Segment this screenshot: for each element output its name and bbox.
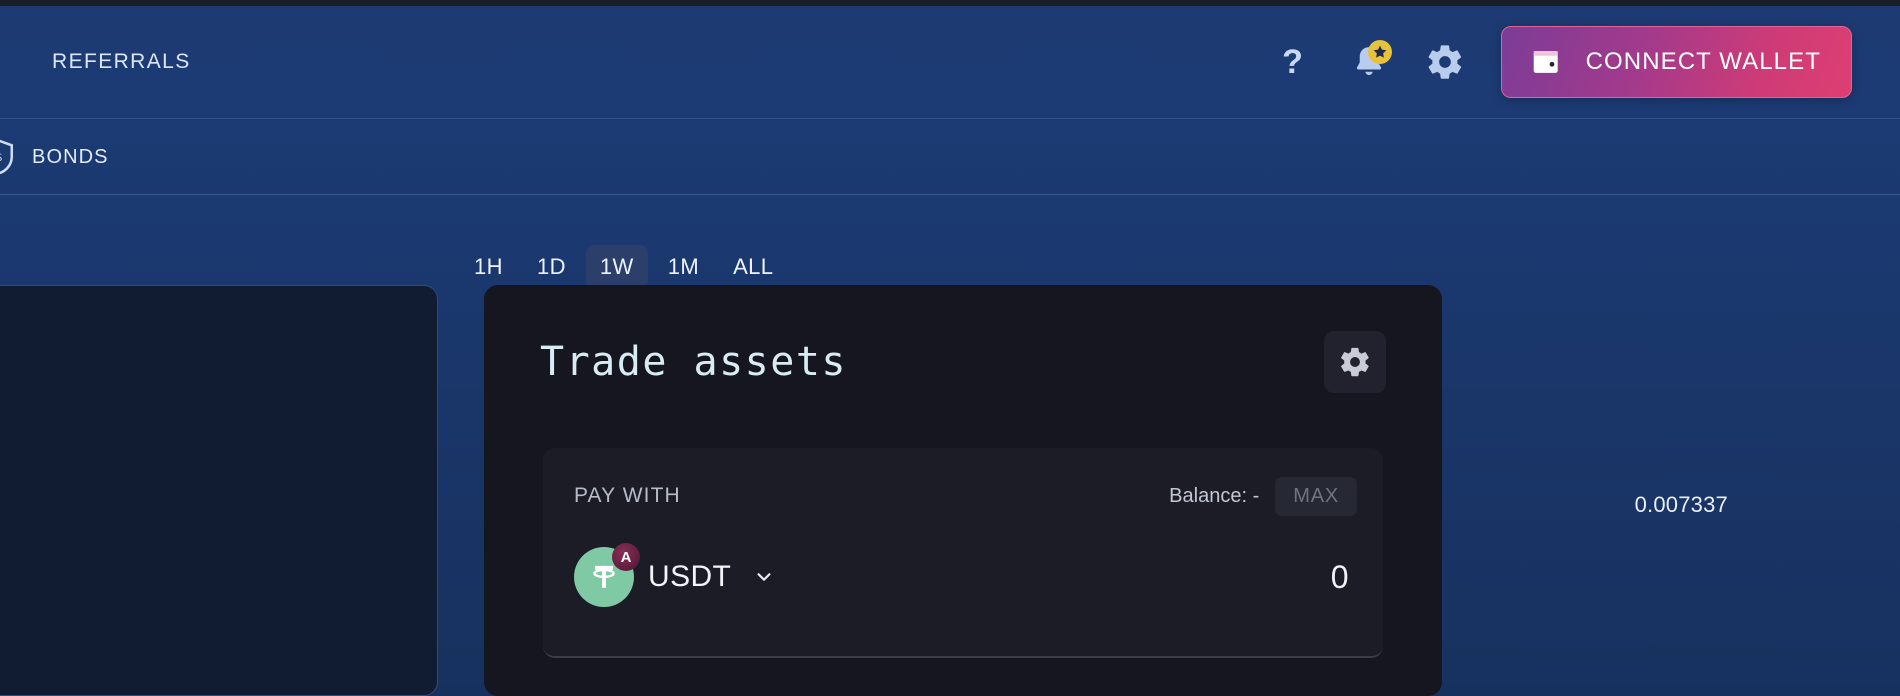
- chart-value-label: 0.007337: [1634, 492, 1728, 517]
- max-button-label: MAX: [1293, 484, 1339, 507]
- max-button[interactable]: MAX: [1275, 476, 1357, 516]
- pay-with-card: PAY WITH Balance: - MAX A USDT 0: [543, 448, 1383, 658]
- bell-wrapper: [1348, 40, 1392, 84]
- connect-wallet-label: CONNECT WALLET: [1585, 48, 1821, 75]
- range-button-1w-label: 1W: [599, 254, 634, 279]
- token-symbol-label: USDT: [648, 560, 732, 593]
- balance-label-text: Balance:: [1169, 484, 1248, 507]
- pay-with-input-row: A USDT 0: [574, 542, 1349, 612]
- range-button-1d-label: 1D: [536, 254, 566, 279]
- chevron-down-icon: [751, 567, 777, 587]
- notification-star-badge: [1367, 40, 1392, 64]
- avalanche-badge-icon: A: [612, 543, 640, 571]
- pay-with-header-row: PAY WITH Balance: - MAX: [574, 474, 1357, 518]
- settings-button[interactable]: [1425, 40, 1465, 84]
- balance-group: Balance: - MAX: [1169, 476, 1357, 516]
- trade-assets-panel: Trade assets PAY WITH Balance: - MAX A U…: [484, 285, 1442, 696]
- connect-wallet-button[interactable]: CONNECT WALLET: [1500, 26, 1852, 98]
- range-button-1d[interactable]: 1D: [523, 245, 580, 289]
- main-content: 1H 1D 1W 1M ALL 0.007337 Trade assets PA…: [0, 196, 1900, 696]
- app-root: REFERRALS ? CONNECT WALLET BONDS 1H 1D 1…: [0, 0, 1900, 696]
- top-nav-actions: ? CONNECT WALLET: [1273, 26, 1900, 98]
- token-icon-wrapper: A: [574, 543, 640, 607]
- chart-panel: [0, 285, 438, 696]
- trade-panel-header: Trade assets: [540, 329, 1386, 395]
- secondary-navigation-bar: $ BONDS: [0, 120, 1900, 195]
- trade-panel-title: Trade assets: [540, 339, 847, 385]
- top-nav-links: REFERRALS: [0, 50, 191, 74]
- range-button-1w[interactable]: 1W: [585, 245, 648, 289]
- shield-bond-icon: $: [0, 139, 14, 175]
- range-button-1m[interactable]: 1M: [654, 245, 713, 289]
- nav-item-referrals[interactable]: REFERRALS: [52, 50, 191, 74]
- star-icon: [1373, 45, 1386, 58]
- help-button[interactable]: ?: [1273, 40, 1313, 84]
- range-button-all[interactable]: ALL: [719, 245, 787, 289]
- gear-icon: [1341, 347, 1369, 377]
- range-button-all-label: ALL: [733, 254, 774, 279]
- trade-settings-button[interactable]: [1324, 331, 1386, 393]
- range-button-1m-label: 1M: [667, 254, 700, 279]
- chart-range-selector: 1H 1D 1W 1M ALL: [460, 245, 787, 289]
- range-button-1h[interactable]: 1H: [460, 245, 517, 289]
- subnav-item-bonds[interactable]: $ BONDS: [0, 138, 109, 176]
- balance-label: Balance: -: [1169, 485, 1259, 508]
- notifications-button[interactable]: [1348, 40, 1392, 84]
- subnav-item-bonds-label: BONDS: [32, 145, 109, 168]
- svg-text:$: $: [0, 150, 3, 164]
- pay-amount-input[interactable]: 0: [1331, 559, 1349, 596]
- settings-gear-icon: [1428, 45, 1461, 79]
- top-navigation-bar: REFERRALS ? CONNECT WALLET: [0, 6, 1900, 119]
- wallet-icon: [1533, 51, 1558, 73]
- balance-value: -: [1252, 484, 1260, 507]
- token-selector[interactable]: A USDT: [574, 543, 777, 607]
- range-button-1h-label: 1H: [474, 254, 503, 279]
- pay-with-label: PAY WITH: [574, 484, 681, 507]
- help-icon: ?: [1282, 43, 1303, 81]
